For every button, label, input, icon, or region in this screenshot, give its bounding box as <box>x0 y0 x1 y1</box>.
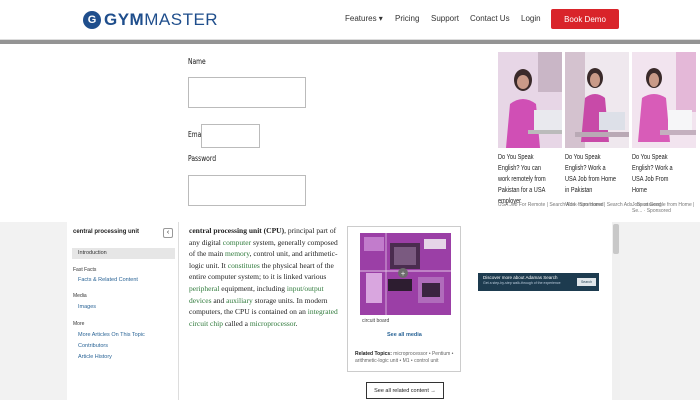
article-sidebar: central processing unit ‹ Introduction F… <box>67 222 179 400</box>
nav-login[interactable]: Login <box>521 14 541 23</box>
logo-text-strong: GYM <box>104 10 145 29</box>
ad-image-1[interactable] <box>498 52 562 148</box>
link-auxiliary[interactable]: auxiliary <box>226 296 253 305</box>
book-demo-button[interactable]: Book Demo <box>551 9 619 29</box>
nav-pricing[interactable]: Pricing <box>395 14 419 23</box>
article-intro-paragraph: central processing unit (CPU), principal… <box>189 225 341 329</box>
nav-features[interactable]: Features ▾ <box>345 14 383 23</box>
password-field[interactable] <box>188 175 306 206</box>
svg-text:+: + <box>401 271 406 278</box>
ad-title-1[interactable]: Do You Speak English? You can work remot… <box>498 152 551 207</box>
circuit-board-image[interactable]: + <box>360 233 451 315</box>
gymmaster-logo[interactable]: G GYMMASTER <box>83 10 218 30</box>
email-field[interactable] <box>201 124 260 148</box>
sidebar-item-introduction[interactable]: Introduction <box>72 248 175 259</box>
nav-contact[interactable]: Contact Us <box>470 14 510 23</box>
see-all-related-content-button[interactable]: See all related content → <box>366 382 444 399</box>
name-field[interactable] <box>188 77 306 108</box>
logo-text-light: MASTER <box>144 10 219 29</box>
link-constitutes[interactable]: constitutes <box>228 261 260 270</box>
sidebar-item-more-articles[interactable]: More Articles On This Topic <box>78 332 145 338</box>
link-computer[interactable]: computer <box>223 238 251 247</box>
password-label: Password <box>188 154 217 163</box>
ad-title-3[interactable]: Do You Speak English? Work a USA Job Fro… <box>632 152 685 196</box>
sidebar-item-facts[interactable]: Facts & Related Content <box>78 277 138 283</box>
ad-title-2[interactable]: Do You Speak English? Work a USA Job fro… <box>565 152 618 196</box>
collapse-sidebar-button[interactable]: ‹ <box>163 228 173 238</box>
banner-search-button[interactable]: Search <box>577 278 596 286</box>
related-topics-label: Related Topics: <box>355 351 392 357</box>
sidebar-heading-fast-facts: Fast Facts <box>73 267 97 273</box>
scrollbar-thumb[interactable] <box>613 224 619 254</box>
article-term: central processing unit (CPU) <box>189 226 285 235</box>
sidebar-item-article-history[interactable]: Article History <box>78 354 112 360</box>
logo-icon: G <box>83 11 101 29</box>
sidebar-item-contributors[interactable]: Contributors <box>78 343 108 349</box>
ad-image-2[interactable] <box>565 52 629 148</box>
article-text: equipment, including <box>219 283 287 293</box>
media-caption: circuit board <box>362 318 390 324</box>
article-text: called a <box>222 318 250 328</box>
ad-image-3[interactable] <box>632 52 696 148</box>
nav-support[interactable]: Support <box>431 14 459 23</box>
link-memory[interactable]: memory <box>225 249 250 258</box>
top-navbar: G GYMMASTER Features ▾ Pricing Support C… <box>0 0 700 40</box>
see-all-media-link[interactable]: See all media <box>387 332 422 338</box>
article-text: and <box>211 295 227 305</box>
link-microprocessor[interactable]: microprocessor <box>250 319 296 328</box>
sidebar-heading-more: More <box>73 321 85 327</box>
article-text: . <box>295 318 298 328</box>
ad-source-3: Jobs at Google from Home | Se... · Spons… <box>632 202 695 214</box>
related-topics: Related Topics: microprocessor • Pentium… <box>355 351 455 365</box>
banner-headline: Discover more about Adamas Search <box>483 275 558 280</box>
sidebar-title: central processing unit <box>73 229 140 235</box>
sidebar-item-images[interactable]: Images <box>78 304 96 310</box>
name-label: Name <box>188 57 206 66</box>
banner-subline: Get a step-by-step walk-through of the e… <box>483 281 561 285</box>
sidebar-heading-media: Media <box>73 293 87 299</box>
link-peripheral[interactable]: peripheral <box>189 284 219 293</box>
